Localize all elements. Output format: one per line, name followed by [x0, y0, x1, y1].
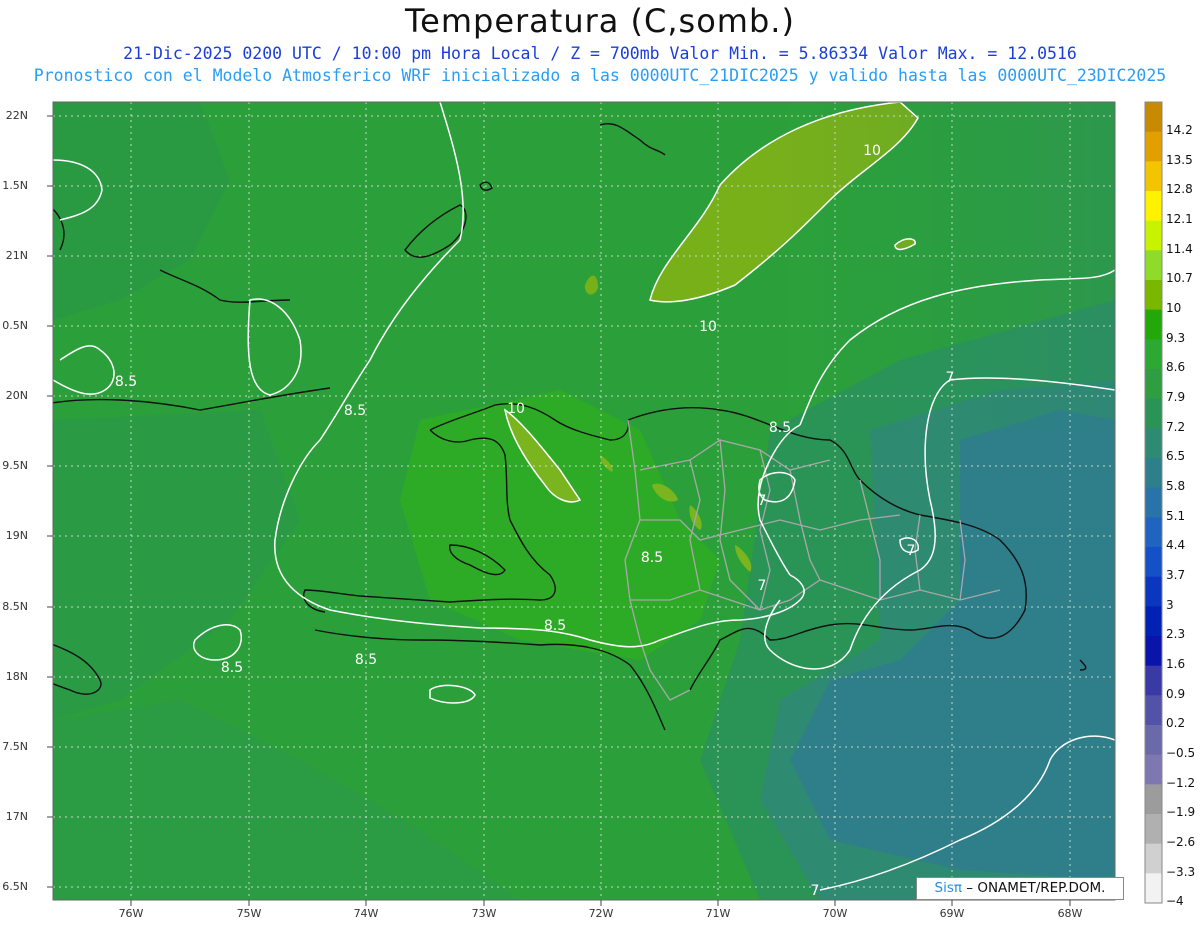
colorbar-swatch — [1145, 873, 1162, 904]
latitude-label: 17N — [5, 810, 28, 823]
colorbar-swatch — [1145, 369, 1162, 400]
colorbar-swatch — [1145, 102, 1162, 133]
colorbar-label: 6.5 — [1166, 449, 1186, 464]
longitude-label: 76W — [118, 907, 144, 920]
contour-label: 8.5 — [344, 403, 366, 419]
colorbar-label: 10.7 — [1166, 271, 1193, 286]
colorbar-label: 7.2 — [1166, 419, 1186, 434]
colorbar-label: 5.8 — [1166, 478, 1186, 493]
colorbar-swatch — [1145, 161, 1162, 192]
colorbar-label: 11.4 — [1166, 241, 1193, 256]
map-area — [53, 102, 1115, 900]
latitude-label: 22N — [5, 109, 28, 122]
latitude-label: 6.5N — [2, 880, 28, 893]
colorbar-label: −0.5 — [1166, 745, 1196, 760]
colorbar-swatch — [1145, 576, 1162, 607]
colorbar-label: 4.4 — [1166, 538, 1186, 553]
colorbar-label: −2.6 — [1166, 834, 1196, 849]
colorbar-swatch — [1145, 695, 1162, 726]
colorbar-label: 12.1 — [1166, 211, 1193, 226]
colorbar-swatch — [1145, 814, 1162, 845]
latitude-label: 0.5N — [2, 319, 28, 332]
longitude-label: 75W — [236, 907, 262, 920]
colorbar-swatch — [1145, 754, 1162, 785]
contour-label: 7 — [811, 883, 820, 899]
colorbar-swatch — [1145, 665, 1162, 696]
longitude-label: 70W — [822, 907, 848, 920]
contour-label: 7 — [946, 370, 955, 386]
contour-label: 10 — [699, 319, 717, 335]
longitude-label: 72W — [588, 907, 614, 920]
colorbar-label: −3.3 — [1166, 864, 1196, 879]
colorbar-label: 12.8 — [1166, 182, 1193, 197]
latitude-label: 20N — [5, 389, 28, 402]
colorbar-label: 3.7 — [1166, 567, 1186, 582]
colorbar-swatch — [1145, 339, 1162, 370]
latitude-label: 1.5N — [2, 179, 28, 192]
colorbar — [1144, 101, 1163, 904]
temperature-map: 10 10 10 8.5 8.5 8.5 8.5 8.5 8.5 8.5 7 7 7 7 7 — [47, 101, 1163, 906]
colorbar-label: 1.6 — [1166, 656, 1186, 671]
colorbar-label: −1.2 — [1166, 775, 1196, 790]
colorbar-label: 10 — [1166, 300, 1182, 315]
colorbar-label: 5.1 — [1166, 508, 1186, 523]
colorbar-swatch — [1145, 191, 1162, 222]
colorbar-label: 7.9 — [1166, 389, 1186, 404]
colorbar-swatch — [1145, 398, 1162, 429]
colorbar-swatch — [1145, 458, 1162, 489]
contour-label: 10 — [863, 143, 881, 159]
contour-label: 8.5 — [641, 550, 663, 566]
longitude-label: 74W — [353, 907, 379, 920]
latitude-label: 9.5N — [2, 459, 28, 472]
longitude-label: 69W — [939, 907, 965, 920]
contour-label: 8.5 — [769, 420, 791, 436]
contour-label: 8.5 — [355, 652, 377, 668]
colorbar-swatch — [1145, 517, 1162, 548]
colorbar-swatch — [1145, 220, 1162, 251]
latitude-label: 7.5N — [2, 740, 28, 753]
longitude-label: 71W — [705, 907, 731, 920]
latitude-label: 19N — [5, 529, 28, 542]
colorbar-swatch — [1145, 606, 1162, 637]
colorbar-swatch — [1145, 131, 1162, 162]
contour-label: 7 — [758, 578, 767, 594]
colorbar-swatch — [1145, 250, 1162, 281]
colorbar-swatch — [1145, 547, 1162, 578]
colorbar-label: 3 — [1166, 597, 1174, 612]
colorbar-swatch — [1145, 487, 1162, 518]
contour-label: 8.5 — [115, 374, 137, 390]
credit-brand: Sisπ — [934, 880, 962, 896]
colorbar-label: 0.2 — [1166, 716, 1186, 731]
contour-label: 7 — [907, 543, 916, 559]
colorbar-label: 9.3 — [1166, 330, 1186, 345]
colorbar-swatch — [1145, 636, 1162, 667]
contour-label: 10 — [507, 401, 525, 417]
credit-text: – ONAMET/REP.DOM. — [962, 880, 1106, 896]
longitude-label: 68W — [1057, 907, 1083, 920]
colorbar-label: 14.2 — [1166, 122, 1193, 137]
latitude-label: 18N — [5, 670, 28, 683]
colorbar-label: −4 — [1166, 894, 1184, 909]
colorbar-swatch — [1145, 280, 1162, 311]
colorbar-swatch — [1145, 725, 1162, 756]
contour-label: 8.5 — [221, 660, 243, 676]
colorbar-swatch — [1145, 784, 1162, 815]
colorbar-label: −1.9 — [1166, 805, 1196, 820]
credit-badge: Sisπ – ONAMET/REP.DOM. — [916, 877, 1124, 900]
latitude-label: 8.5N — [2, 600, 28, 613]
colorbar-label: 0.9 — [1166, 686, 1186, 701]
longitude-label: 73W — [471, 907, 497, 920]
colorbar-label: 8.6 — [1166, 360, 1186, 375]
contour-label: 7 — [758, 493, 767, 509]
colorbar-label: 13.5 — [1166, 152, 1193, 167]
contour-label: 8.5 — [544, 618, 566, 634]
latitude-label: 21N — [5, 249, 28, 262]
colorbar-swatch — [1145, 309, 1162, 340]
colorbar-swatch — [1145, 428, 1162, 459]
colorbar-label: 2.3 — [1166, 627, 1186, 642]
colorbar-swatch — [1145, 843, 1162, 874]
